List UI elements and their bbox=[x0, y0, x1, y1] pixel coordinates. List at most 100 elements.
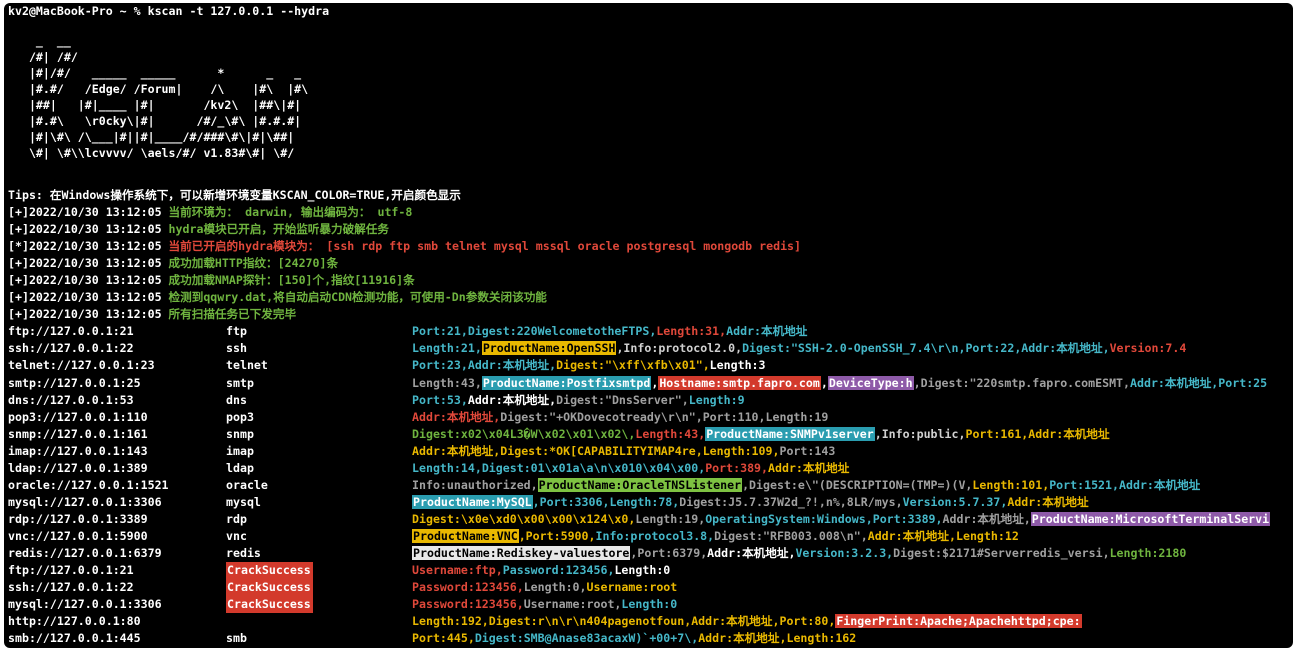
result-details: Port:21,Digest:220WelcometotheFTPS,Lengt… bbox=[412, 323, 807, 340]
result-row: oracle://127.0.0.1:1521 oracle Info:unauth… bbox=[4, 477, 1293, 494]
result-details: Length:14,Digest:01\x01a\a\n\x010\x04\x0… bbox=[412, 460, 849, 477]
detail-field: Length:43, bbox=[412, 375, 482, 390]
highlighted-field: Hostname:smtp.fapro.com bbox=[658, 375, 821, 390]
result-row: smtp://127.0.0.1:25 smtp Length:43,Product… bbox=[4, 375, 1293, 392]
detail-field: Digest:*OK[CAPABILITYIMAP4re, bbox=[500, 443, 703, 458]
detail-field: Length:31, bbox=[656, 324, 727, 339]
log-prefix: [*]2022/10/30 13:12:05 bbox=[8, 239, 169, 254]
detail-field: ,Port:5900, bbox=[518, 528, 596, 543]
detail-field: ,Digest:e\"(DESCRIPTION=(TMP=)(V, bbox=[742, 477, 973, 492]
detail-field: ,Info:public, bbox=[874, 426, 966, 441]
result-protocol: vnc bbox=[226, 528, 247, 543]
detail-field: Addr:本机地址, bbox=[867, 528, 956, 543]
result-row: mysql://127.0.0.1:3306 CrackSuccess Passwo… bbox=[4, 596, 1293, 614]
result-row: telnet://127.0.0.1:23 telnet Port:23,Addr:… bbox=[4, 357, 1293, 374]
log-line: [+]2022/10/30 13:12:05 成功加载NMAP探针：[150]个… bbox=[8, 272, 415, 289]
detail-field: Addr:本机地址, bbox=[698, 631, 787, 646]
detail-field: Password:123456, bbox=[412, 597, 524, 612]
detail-field: Digest:"+OKDovecotready\r\n", bbox=[500, 409, 703, 424]
result-protocol: ssh bbox=[226, 341, 247, 356]
result-details: Password:123456,Length:0,Username:root bbox=[412, 579, 677, 596]
result-protocol: redis bbox=[226, 546, 261, 560]
log-prefix: [+]2022/10/30 13:12:05 bbox=[8, 290, 169, 305]
detail-field: Addr:本机地址, bbox=[412, 409, 501, 424]
highlighted-field: FingerPrint:Apache;Apachehttpd;cpe: bbox=[835, 614, 1082, 629]
detail-field: Addr:本机地址 bbox=[768, 460, 850, 475]
result-url: rdp://127.0.0.1:3389 bbox=[8, 511, 148, 526]
detail-field: ,Digest:"220smtp.fapro.comESMT, bbox=[913, 375, 1131, 390]
detail-field: Port:25 bbox=[1218, 375, 1268, 390]
detail-field: Length:12 bbox=[955, 528, 1019, 543]
result-row: mysql://127.0.0.1:3306 mysql ProductName:M… bbox=[4, 494, 1293, 511]
detail-field: Length:101, bbox=[972, 477, 1050, 492]
highlighted-field: ProductName:OpenSSH bbox=[481, 341, 617, 356]
detail-field: Length:9 bbox=[688, 392, 745, 407]
result-protocol: telnet bbox=[226, 358, 268, 373]
result-row: dns://127.0.0.1:53 dns Port:53,Addr:本机地址,D… bbox=[4, 392, 1293, 409]
detail-field: ,Port:3306, bbox=[532, 494, 610, 509]
log-message: 成功加载HTTP指纹：[24270]条 bbox=[168, 256, 339, 271]
result-url: ldap://127.0.0.1:389 bbox=[8, 460, 148, 475]
result-details: Info:unauthorized,ProductName:OracleTNSL… bbox=[412, 477, 1200, 494]
highlighted-field: ProductName:MicrosoftTerminalServi bbox=[1030, 511, 1271, 526]
log-line: [+]2022/10/30 13:12:05 当前环境为： darwin, 输出… bbox=[8, 204, 412, 221]
detail-field: Port:3389, bbox=[872, 511, 943, 526]
highlighted-field: ProductName:VNC bbox=[412, 528, 519, 543]
highlighted-field: ProductName:OracleTNSListener bbox=[537, 477, 743, 492]
result-row: smb://127.0.0.1:445 smb Port:445,Digest:SM… bbox=[4, 630, 1293, 647]
detail-field: Length:19 bbox=[765, 409, 829, 424]
detail-field: Username:ftp, bbox=[412, 563, 503, 578]
detail-field: Password:123456, bbox=[412, 580, 524, 595]
result-details: Digest:\x0e\xd0\x00\x00\x124\x0,Length:1… bbox=[412, 511, 1271, 528]
detail-field: Addr:本机地址 bbox=[1028, 426, 1110, 441]
result-row: ssh://127.0.0.1:22 CrackSuccess Password:1… bbox=[4, 579, 1293, 597]
detail-field: Length:0 bbox=[621, 597, 678, 612]
detail-field: Length:19, bbox=[635, 511, 706, 526]
detail-field: , bbox=[820, 375, 828, 390]
detail-field: Port:143 bbox=[779, 443, 836, 458]
log-message: 检测到qqwry.dat,将自动启动CDN检测功能，可使用-Dn参数关闭该功能 bbox=[168, 290, 547, 305]
detail-field: Info:unauthorized, bbox=[412, 477, 538, 492]
result-url: mysql://127.0.0.1:3306 bbox=[8, 597, 162, 612]
result-details: Username:ftp,Password:123456,Length:0 bbox=[412, 562, 670, 579]
result-protocol: rdp bbox=[226, 511, 247, 526]
result-details: ProductName:MySQL,Port:3306,Length:78,Di… bbox=[412, 494, 1089, 511]
crack-success-badge: CrackSuccess bbox=[226, 562, 313, 580]
detail-field: Version:3.2.3, bbox=[795, 546, 894, 560]
detail-field: Port:445, bbox=[412, 631, 475, 646]
detail-field: Length:43, bbox=[635, 426, 706, 441]
detail-field: Addr:本机地址, bbox=[1021, 341, 1110, 356]
result-row: redis://127.0.0.1:6379 redis ProductName:R… bbox=[4, 545, 1293, 562]
result-url: snmp://127.0.0.1:161 bbox=[8, 426, 148, 441]
result-protocol: dns bbox=[226, 392, 247, 407]
detail-field: Digest:SMB@Anase83acaxW)`+00+7\, bbox=[474, 631, 699, 646]
result-row: pop3://127.0.0.1:110 pop3 Addr:本机地址,Digest… bbox=[4, 409, 1293, 426]
terminal-window[interactable]: kv2@MacBook-Pro ~ % kscan -t 127.0.0.1 -… bbox=[4, 3, 1293, 648]
highlighted-field: ProductName:Rediskey-valuestore bbox=[412, 546, 631, 560]
detail-field: Digest:J5.7.37W2d_?!,n%,8LR/mys, bbox=[679, 494, 903, 509]
result-details: Length:43,ProductName:Postfixsmtpd,Hostn… bbox=[412, 375, 1267, 392]
detail-field: Port:161, bbox=[965, 426, 1029, 441]
result-protocol: imap bbox=[226, 443, 254, 458]
highlighted-field: ProductName:SNMPv1server bbox=[705, 426, 875, 441]
detail-field: Addr:本机地址, bbox=[467, 392, 557, 407]
detail-field: Length:78, bbox=[609, 494, 680, 509]
result-url: mysql://127.0.0.1:3306 bbox=[8, 494, 162, 509]
detail-field: Digest:220WelcometotheFTPS, bbox=[467, 324, 657, 339]
detail-field: Digest:"\xff\xfb\x01", bbox=[556, 358, 710, 373]
log-prefix: [+]2022/10/30 13:12:05 bbox=[8, 256, 169, 271]
log-message: 当前已开启的hydra模块为： [ssh rdp ftp smb telnet … bbox=[168, 239, 802, 254]
detail-field: Password:123456, bbox=[502, 563, 615, 578]
result-url: smb://127.0.0.1:445 bbox=[8, 631, 141, 646]
result-url: ssh://127.0.0.1:22 bbox=[8, 341, 134, 356]
log-prefix: [+]2022/10/30 13:12:05 bbox=[8, 307, 169, 322]
result-url: http://127.0.0.1:80 bbox=[8, 614, 141, 629]
detail-field: Digest:"DnsServer", bbox=[556, 392, 689, 407]
detail-field: Length:3 bbox=[709, 358, 766, 373]
result-row: http://127.0.0.1:80 Length:192,Digest:r\n… bbox=[4, 613, 1293, 630]
result-details: Port:445,Digest:SMB@Anase83acaxW)`+00+7\… bbox=[412, 630, 856, 647]
result-url: pop3://127.0.0.1:110 bbox=[8, 409, 148, 424]
tips-line: Tips: 在Windows操作系统下，可以新增环境变量KSCAN_COLOR=… bbox=[8, 188, 461, 202]
detail-field: Addr:本机地址 bbox=[1119, 477, 1201, 492]
detail-field: Digest:x02\x04L3�W\x02\x01\x02\, bbox=[412, 426, 636, 441]
